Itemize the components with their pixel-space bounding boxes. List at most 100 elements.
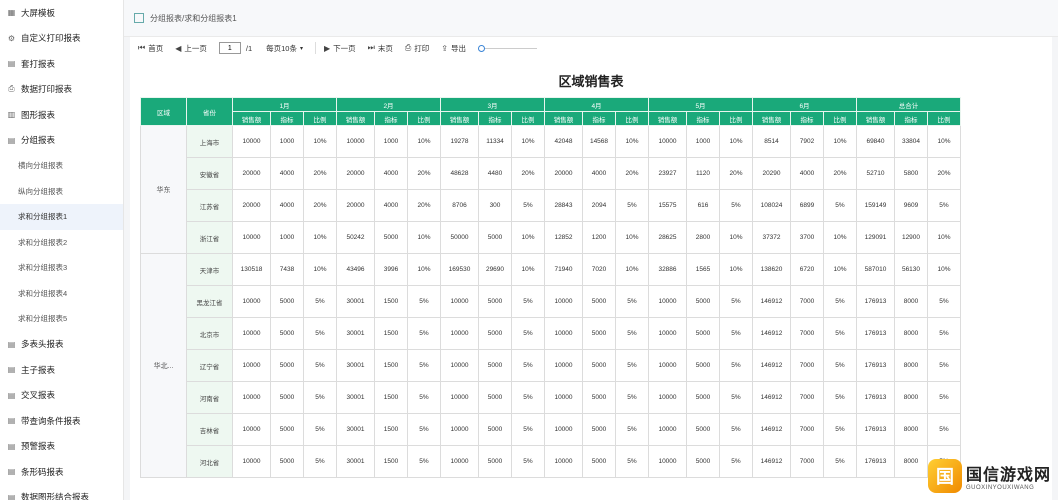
sidebar-item-label: 求和分组报表5 [18, 314, 68, 324]
sidebar-item-label: 多表头报表 [21, 339, 64, 350]
per-page-select[interactable]: 每页10条 ▾ [266, 43, 303, 54]
sidebar-item[interactable]: ▥ 图形报表 [0, 102, 123, 128]
value-cell: 5% [303, 317, 337, 350]
sidebar-item[interactable]: 纵向分组报表 [0, 179, 123, 205]
value-cell: 5% [719, 445, 753, 478]
value-cell: 146912 [752, 381, 791, 414]
value-cell: 7000 [790, 317, 824, 350]
sidebar-item[interactable]: ⎙ 数据打印报表 [0, 77, 123, 103]
value-cell: 5000 [270, 317, 304, 350]
sidebar-item[interactable]: ▦ 大屏模板 [0, 0, 123, 26]
sidebar-item-label: 纵向分组报表 [18, 186, 63, 196]
value-cell: 10% [303, 253, 337, 286]
zoom-slider-track[interactable] [484, 47, 537, 49]
value-cell: 10000 [232, 317, 271, 350]
value-cell: 10000 [232, 125, 271, 158]
sidebar-item[interactable]: ▤ 条形码报表 [0, 459, 123, 485]
value-cell: 10000 [648, 285, 687, 318]
sidebar-item[interactable]: ▤ 交叉报表 [0, 383, 123, 409]
sidebar-item[interactable]: 横向分组报表 [0, 153, 123, 179]
value-cell: 1000 [270, 221, 304, 254]
sales-table: 区域 省份 1月 2月 3月 4月 5月 6月 总合计 销售额 指标 比例 销售额 指标 比例 销售额 指标 比例… [140, 97, 961, 478]
value-cell: 7020 [582, 253, 616, 286]
value-cell: 10000 [232, 285, 271, 318]
gear-icon: ⚙ [7, 33, 16, 43]
value-cell: 8000 [894, 285, 928, 318]
sidebar-item[interactable]: 求和分组报表4 [0, 281, 123, 307]
next-page-button[interactable]: ▶ 下一页 [324, 43, 356, 54]
value-cell: 1565 [686, 253, 720, 286]
value-cell: 1500 [374, 381, 408, 414]
value-cell: 10% [927, 253, 961, 286]
value-cell: 10000 [440, 317, 479, 350]
sidebar-item[interactable]: 求和分组报表5 [0, 306, 123, 332]
sidebar-item[interactable]: 求和分组报表2 [0, 230, 123, 256]
table-row: 华北... 天津市 130518 7438 10% 43496 3996 10% 169530 2… [140, 253, 961, 478]
print-button[interactable]: ⎙ 打印 [405, 43, 429, 54]
value-cell: 1500 [374, 349, 408, 382]
sidebar-item[interactable]: ▤ 预警报表 [0, 434, 123, 460]
value-cell: 5% [927, 317, 961, 350]
value-cell: 4000 [374, 189, 408, 222]
value-cell: 10000 [544, 381, 583, 414]
value-cell: 5% [615, 189, 649, 222]
value-cell: 10000 [232, 445, 271, 478]
zoom-slider-handle[interactable] [477, 44, 485, 52]
sidebar-item-label: 横向分组报表 [18, 161, 63, 171]
print-label: 打印 [414, 43, 430, 53]
value-cell: 4000 [582, 157, 616, 190]
value-cell: 10% [407, 125, 441, 158]
value-cell: 5000 [582, 413, 616, 446]
value-cell: 5% [511, 189, 545, 222]
value-cell: 5% [511, 349, 545, 382]
zoom-slider[interactable] [477, 44, 537, 52]
watermark-text: 国信游戏网 GUOXINYOUXIWANG [966, 461, 1051, 491]
value-cell: 5% [719, 413, 753, 446]
sidebar-item[interactable]: 求和分组报表1 [0, 204, 123, 230]
value-cell: 10000 [232, 381, 271, 414]
sidebar-item[interactable]: ▤ 多表头报表 [0, 332, 123, 358]
value-cell: 20% [511, 157, 545, 190]
sub-header: 比例 [823, 111, 857, 126]
value-cell: 10% [407, 253, 441, 286]
value-cell: 10000 [440, 413, 479, 446]
province-cell: 北京市 [186, 317, 233, 350]
value-cell: 10% [511, 125, 545, 158]
value-cell: 5% [407, 413, 441, 446]
value-cell: 4000 [270, 189, 304, 222]
sub-header: 指标 [894, 111, 928, 126]
value-cell: 146912 [752, 285, 791, 318]
value-cell: 159149 [856, 189, 895, 222]
sub-header: 比例 [303, 111, 337, 126]
value-cell: 30001 [336, 381, 375, 414]
value-cell: 10000 [544, 349, 583, 382]
prev-page-button[interactable]: ◀ 上一页 [175, 43, 207, 54]
value-cell: 20% [407, 189, 441, 222]
value-cell: 10000 [648, 317, 687, 350]
sidebar-item[interactable]: ▤ 数据图形结合报表 [0, 485, 123, 500]
sub-header: 比例 [407, 111, 441, 126]
document-icon: ▤ [7, 135, 16, 145]
sidebar-item[interactable]: ▤ 套打报表 [0, 51, 123, 77]
sidebar-item[interactable]: 求和分组报表3 [0, 255, 123, 281]
page-number-input[interactable] [218, 42, 241, 54]
sub-header: 销售额 [856, 111, 895, 126]
watermark-en: GUOXINYOUXIWANG [966, 485, 1035, 491]
sidebar-item[interactable]: ⚙ 自定义打印报表 [0, 26, 123, 52]
value-cell: 176913 [856, 285, 895, 318]
value-cell: 5000 [686, 349, 720, 382]
sub-header: 指标 [582, 111, 616, 126]
last-page-button[interactable]: ⏭ 末页 [368, 43, 393, 54]
sidebar-item-label: 数据图形结合报表 [21, 492, 90, 500]
export-button[interactable]: ⇪ 导出 [441, 43, 466, 54]
first-page-button[interactable]: ⏮ 首页 [138, 43, 163, 54]
value-cell: 10% [823, 253, 857, 286]
sidebar-item[interactable]: ▤ 分组报表 [0, 128, 123, 154]
value-cell: 10000 [544, 413, 583, 446]
value-cell: 10000 [232, 221, 271, 254]
value-cell: 5% [615, 445, 649, 478]
sidebar-item[interactable]: ▤ 主子报表 [0, 357, 123, 383]
value-cell: 5000 [270, 445, 304, 478]
value-cell: 12852 [544, 221, 583, 254]
sidebar-item[interactable]: ▤ 带查询条件报表 [0, 408, 123, 434]
